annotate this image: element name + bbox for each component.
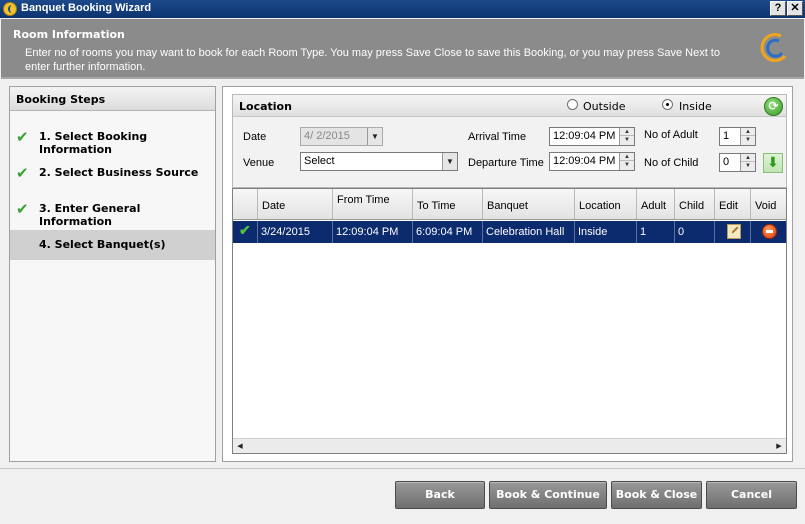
column-header-from-time[interactable]: From Time bbox=[333, 189, 413, 219]
cancel-button[interactable]: Cancel bbox=[706, 481, 797, 509]
column-header-to-time[interactable]: To Time bbox=[413, 189, 483, 219]
date-label: Date bbox=[243, 131, 267, 143]
column-header-edit[interactable]: Edit bbox=[715, 189, 751, 219]
close-button[interactable]: ✕ bbox=[787, 1, 803, 16]
banquet-grid: Date From Time To Time Banquet Location … bbox=[232, 188, 787, 454]
child-label: No of Child bbox=[644, 157, 699, 169]
book-close-button[interactable]: Book & Close bbox=[611, 481, 702, 509]
horizontal-scrollbar[interactable]: ◀ ▶ bbox=[233, 438, 786, 453]
venue-value: Select bbox=[304, 155, 335, 167]
location-header: Location Outside Inside ⟳ bbox=[233, 95, 786, 117]
check-icon: ✔ bbox=[16, 128, 29, 146]
void-icon[interactable] bbox=[762, 224, 777, 239]
spin-down-icon[interactable]: ▼ bbox=[741, 136, 755, 144]
refresh-icon[interactable]: ⟳ bbox=[764, 97, 783, 116]
inside-label: Inside bbox=[679, 100, 712, 113]
spin-up-icon[interactable]: ▲ bbox=[620, 153, 634, 161]
scroll-right-icon[interactable]: ▶ bbox=[772, 439, 786, 453]
date-value: 4/ 2/2015 bbox=[304, 130, 350, 142]
header-title: Room Information bbox=[13, 28, 125, 41]
row-indicator-header bbox=[233, 189, 258, 219]
spin-up-icon[interactable]: ▲ bbox=[741, 154, 755, 162]
outside-label: Outside bbox=[583, 100, 626, 113]
cell-from-time: 12:09:04 PM bbox=[333, 221, 413, 243]
page-header: Room Information Enter no of rooms you m… bbox=[1, 19, 804, 79]
adult-count-input[interactable]: 1 ▲ ▼ bbox=[719, 127, 756, 146]
step-label: 1. Select Booking Information bbox=[39, 130, 148, 156]
chevron-down-icon[interactable]: ▼ bbox=[442, 153, 457, 170]
step-select-booking-info[interactable]: ✔ 1. Select Booking Information bbox=[10, 122, 215, 156]
check-icon: ✔ bbox=[239, 222, 251, 238]
column-header-adult[interactable]: Adult bbox=[637, 189, 675, 219]
scroll-left-icon[interactable]: ◀ bbox=[233, 439, 247, 453]
child-count-input[interactable]: 0 ▲ ▼ bbox=[719, 153, 756, 172]
column-header-date[interactable]: Date bbox=[258, 189, 333, 219]
departure-time-spinner[interactable]: ▲ ▼ bbox=[619, 153, 634, 170]
venue-label: Venue bbox=[243, 157, 275, 169]
arrival-time-input[interactable]: 12:09:04 PM ▲ ▼ bbox=[549, 127, 635, 146]
table-row[interactable]: ✔ 3/24/2015 12:09:04 PM 6:09:04 PM Celeb… bbox=[233, 221, 786, 243]
window-title: Banquet Booking Wizard bbox=[21, 2, 152, 14]
spin-down-icon[interactable]: ▼ bbox=[741, 162, 755, 170]
date-picker: 4/ 2/2015 ▼ bbox=[300, 127, 383, 146]
book-continue-button[interactable]: Book & Continue bbox=[489, 481, 607, 509]
departure-time-value: 12:09:04 PM bbox=[553, 155, 616, 167]
header-description: Enter no of rooms you may want to book f… bbox=[25, 47, 720, 73]
cell-to-time: 6:09:04 PM bbox=[413, 221, 483, 243]
column-header-child[interactable]: Child bbox=[675, 189, 715, 219]
steps-heading: Booking Steps bbox=[10, 87, 215, 111]
arrival-time-value: 12:09:04 PM bbox=[553, 130, 616, 142]
spin-up-icon[interactable]: ▲ bbox=[741, 128, 755, 136]
cell-date: 3/24/2015 bbox=[258, 221, 333, 243]
adult-label: No of Adult bbox=[644, 129, 698, 141]
departure-time-input[interactable]: 12:09:04 PM ▲ ▼ bbox=[549, 152, 635, 171]
inside-radio[interactable] bbox=[662, 99, 673, 110]
cell-location: Inside bbox=[575, 221, 637, 243]
check-icon: ✔ bbox=[16, 164, 29, 182]
child-spinner[interactable]: ▲ ▼ bbox=[740, 154, 755, 171]
adult-count-value: 1 bbox=[723, 130, 730, 142]
help-button[interactable]: ? bbox=[770, 1, 786, 16]
departure-time-label: Departure Time bbox=[468, 157, 544, 169]
column-header-location[interactable]: Location bbox=[575, 189, 637, 219]
cell-adult: 1 bbox=[637, 221, 675, 243]
child-count-value: 0 bbox=[723, 156, 730, 168]
column-header-banquet[interactable]: Banquet bbox=[483, 189, 575, 219]
banquet-panel: Location Outside Inside ⟳ Date 4/ 2/2015… bbox=[222, 86, 793, 462]
footer-divider bbox=[0, 468, 805, 469]
step-label: 3. Enter General Information bbox=[39, 202, 141, 228]
cell-banquet: Celebration Hall bbox=[483, 221, 575, 243]
location-heading: Location bbox=[239, 100, 292, 113]
grid-header: Date From Time To Time Banquet Location … bbox=[233, 189, 786, 220]
arrival-time-label: Arrival Time bbox=[468, 131, 527, 143]
app-logo-icon bbox=[3, 2, 17, 16]
row-indicator: ✔ bbox=[233, 221, 258, 243]
back-button[interactable]: Back bbox=[395, 481, 485, 509]
step-select-business-source[interactable]: ✔ 2. Select Business Source bbox=[10, 158, 215, 188]
edit-icon[interactable] bbox=[727, 224, 741, 239]
location-box: Location Outside Inside ⟳ Date 4/ 2/2015… bbox=[232, 94, 787, 188]
step-label: 2. Select Business Source bbox=[39, 166, 199, 179]
title-bar: Banquet Booking Wizard ? ✕ bbox=[0, 0, 805, 18]
brand-logo-icon bbox=[760, 33, 787, 62]
spin-down-icon[interactable]: ▼ bbox=[620, 161, 634, 169]
column-header-void[interactable]: Void bbox=[751, 189, 786, 219]
spin-up-icon[interactable]: ▲ bbox=[620, 128, 634, 136]
arrival-time-spinner[interactable]: ▲ ▼ bbox=[619, 128, 634, 145]
step-label: 4. Select Banquet(s) bbox=[39, 238, 166, 251]
spin-down-icon[interactable]: ▼ bbox=[620, 136, 634, 144]
adult-spinner[interactable]: ▲ ▼ bbox=[740, 128, 755, 145]
booking-steps-panel: Booking Steps ✔ 1. Select Booking Inform… bbox=[9, 86, 216, 462]
check-icon: ✔ bbox=[16, 200, 29, 218]
step-enter-general-info[interactable]: ✔ 3. Enter General Information bbox=[10, 194, 215, 228]
outside-radio[interactable] bbox=[567, 99, 578, 110]
chevron-down-icon: ▼ bbox=[367, 128, 382, 145]
cell-child: 0 bbox=[675, 221, 715, 243]
add-icon[interactable]: ⬇ bbox=[763, 153, 783, 173]
venue-select[interactable]: Select ▼ bbox=[300, 152, 458, 171]
step-select-banquets[interactable]: 4. Select Banquet(s) bbox=[10, 230, 215, 260]
